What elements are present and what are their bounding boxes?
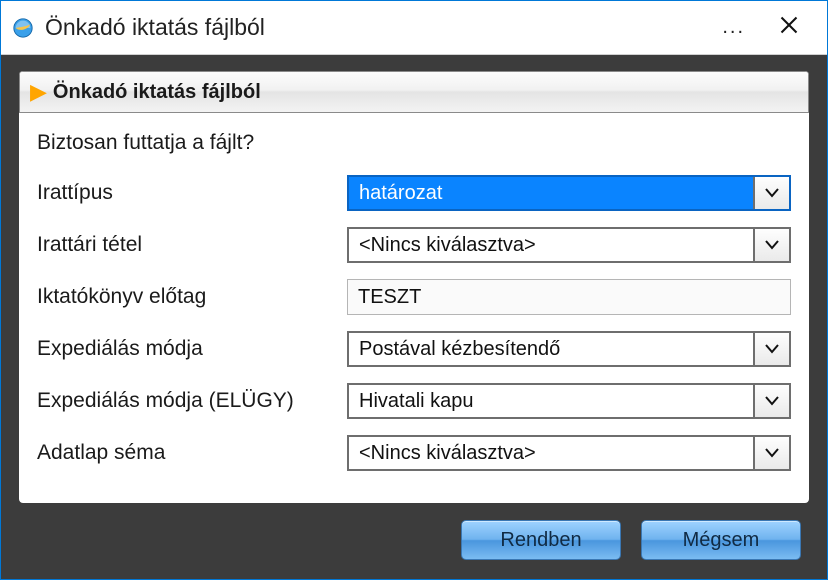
dialog-window: Önkadó iktatás fájlból ... ▶ Önkadó ikta… xyxy=(0,0,828,580)
row-expedialas: Expediálás módja Postával kézbesítendő xyxy=(37,331,791,367)
panel-header: ▶ Önkadó iktatás fájlból xyxy=(19,71,809,113)
dropdown-expedialas-value: Postával kézbesítendő xyxy=(349,333,753,365)
row-irattari: Irattári tétel <Nincs kiválasztva> xyxy=(37,227,791,263)
chevron-down-icon[interactable] xyxy=(753,437,789,469)
chevron-down-icon[interactable] xyxy=(753,177,789,209)
label-irattipus: Irattípus xyxy=(37,181,347,205)
label-irattari: Irattári tétel xyxy=(37,233,347,257)
label-adatlap: Adatlap séma xyxy=(37,441,347,465)
chevron-down-icon[interactable] xyxy=(753,333,789,365)
ok-button[interactable]: Rendben xyxy=(461,520,621,560)
confirm-text: Biztosan futtatja a fájlt? xyxy=(37,131,791,155)
row-expedialas-elugy: Expediálás módja (ELÜGY) Hivatali kapu xyxy=(37,383,791,419)
panel: ▶ Önkadó iktatás fájlból Biztosan futtat… xyxy=(19,71,809,503)
dropdown-expedialas-elugy[interactable]: Hivatali kapu xyxy=(347,383,791,419)
row-iktatokonyv: Iktatókönyv előtag TESZT xyxy=(37,279,791,315)
dropdown-expedialas-elugy-value: Hivatali kapu xyxy=(349,385,753,417)
dialog-body-outer: ▶ Önkadó iktatás fájlból Biztosan futtat… xyxy=(1,55,827,579)
close-button[interactable] xyxy=(761,12,817,44)
window-title: Önkadó iktatás fájlból xyxy=(45,14,706,41)
dialog-footer: Rendben Mégsem xyxy=(19,513,809,567)
label-iktatokonyv: Iktatókönyv előtag xyxy=(37,285,347,309)
input-iktatokonyv[interactable]: TESZT xyxy=(347,279,791,315)
cancel-button[interactable]: Mégsem xyxy=(641,520,801,560)
dropdown-adatlap-value: <Nincs kiválasztva> xyxy=(349,437,753,469)
arrow-right-icon: ▶ xyxy=(30,81,47,103)
chevron-down-icon[interactable] xyxy=(753,229,789,261)
dropdown-irattipus[interactable]: határozat xyxy=(347,175,791,211)
dropdown-expedialas[interactable]: Postával kézbesítendő xyxy=(347,331,791,367)
panel-title: Önkadó iktatás fájlból xyxy=(53,81,261,104)
dropdown-irattari[interactable]: <Nincs kiválasztva> xyxy=(347,227,791,263)
label-expedialas-elugy: Expediálás módja (ELÜGY) xyxy=(37,389,347,413)
more-button[interactable]: ... xyxy=(706,12,761,43)
chevron-down-icon[interactable] xyxy=(753,385,789,417)
row-adatlap: Adatlap séma <Nincs kiválasztva> xyxy=(37,435,791,471)
label-expedialas: Expediálás módja xyxy=(37,337,347,361)
input-iktatokonyv-value: TESZT xyxy=(348,280,790,314)
ie-icon xyxy=(11,16,35,40)
titlebar: Önkadó iktatás fájlból ... xyxy=(1,1,827,55)
panel-body: Biztosan futtatja a fájlt? Irattípus hat… xyxy=(19,113,809,489)
row-irattipus: Irattípus határozat xyxy=(37,175,791,211)
dropdown-adatlap[interactable]: <Nincs kiválasztva> xyxy=(347,435,791,471)
dropdown-irattari-value: <Nincs kiválasztva> xyxy=(349,229,753,261)
dropdown-irattipus-value: határozat xyxy=(349,177,753,209)
